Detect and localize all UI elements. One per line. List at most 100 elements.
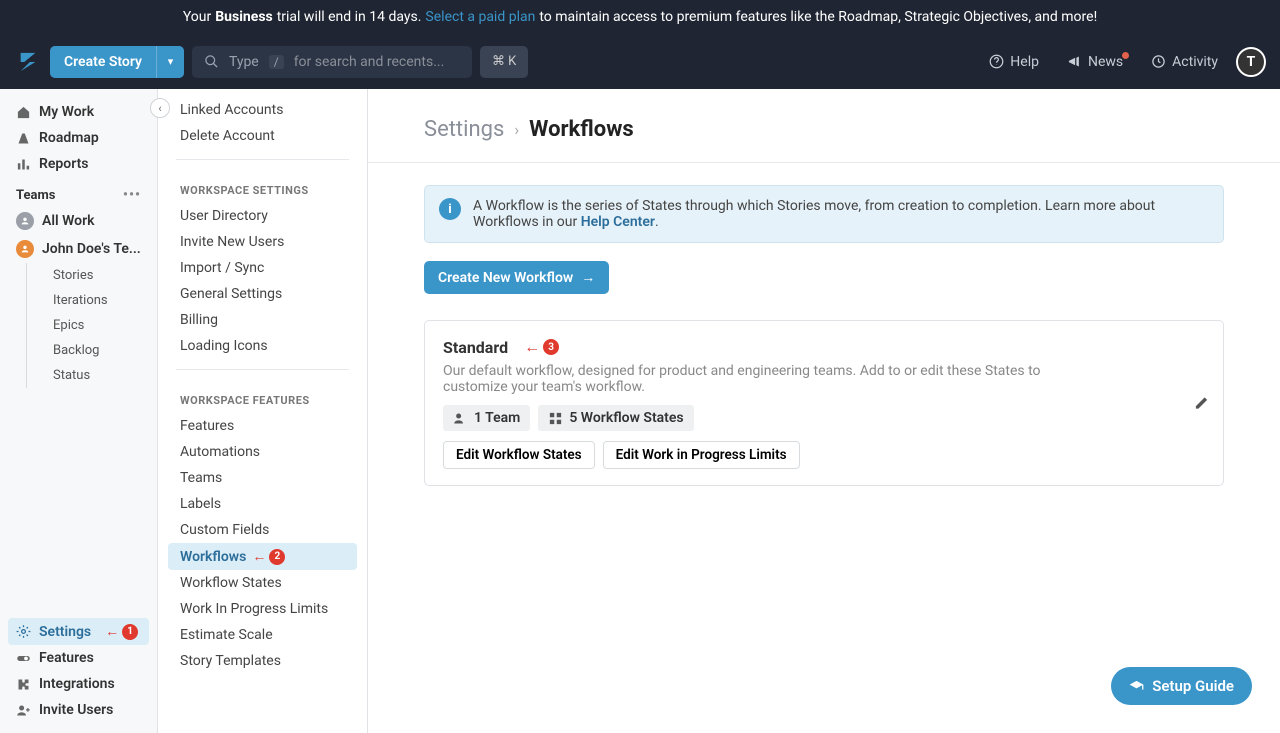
topbar: Create Story ▾ Type / for search and rec… [0, 34, 1280, 89]
annotation-arrow-3: ←3 [524, 337, 559, 357]
info-banner: i A Workflow is the series of States thr… [424, 185, 1224, 243]
create-workflow-button[interactable]: Create New Workflow → [424, 261, 609, 294]
team-item[interactable]: All Work [8, 207, 149, 235]
help-link[interactable]: Help [979, 54, 1049, 70]
teams-menu-icon[interactable]: ••• [123, 187, 141, 203]
chevron-right-icon: › [514, 120, 519, 139]
breadcrumb-settings[interactable]: Settings [424, 117, 504, 142]
create-story-dropdown[interactable]: ▾ [156, 46, 184, 78]
settings-user-directory[interactable]: User Directory [168, 203, 357, 229]
states-count-badge[interactable]: 5 Workflow States [538, 405, 693, 431]
edit-wip-limits-button[interactable]: Edit Work in Progress Limits [603, 441, 800, 469]
global-search[interactable]: Type / for search and recents... [192, 46, 472, 78]
settings-work-in-progress-limits[interactable]: Work In Progress Limits [168, 596, 357, 622]
trial-link[interactable]: Select a paid plan [425, 9, 535, 25]
search-icon [204, 54, 219, 69]
graduation-icon [1129, 679, 1144, 694]
nav-my-work[interactable]: My Work [8, 99, 149, 125]
trial-prefix: Your [183, 9, 211, 25]
settings-labels[interactable]: Labels [168, 491, 357, 517]
main-content: Settings › Workflows i A Workflow is the… [368, 89, 1280, 733]
team-item[interactable]: John Doe's Te... [8, 235, 149, 263]
workflow-states-icon [548, 411, 563, 426]
nav-features[interactable]: Features [8, 645, 149, 671]
workflow-name[interactable]: Standard [443, 338, 508, 357]
settings-invite-new-users[interactable]: Invite New Users [168, 229, 357, 255]
cmdk-button[interactable]: ⌘ K [480, 46, 528, 78]
user-avatar[interactable]: T [1236, 47, 1266, 77]
arrow-right-icon: → [581, 269, 595, 286]
chart-icon [16, 157, 31, 172]
help-icon [989, 54, 1004, 69]
megaphone-icon [1067, 54, 1082, 69]
settings-automations[interactable]: Automations [168, 439, 357, 465]
workflow-card: Standard ←3 Our default workflow, design… [424, 320, 1224, 486]
search-placeholder: for search and recents... [294, 54, 445, 70]
nav-roadmap[interactable]: Roadmap [8, 125, 149, 151]
pencil-icon[interactable] [1194, 396, 1209, 411]
team-sub-backlog[interactable]: Backlog [27, 338, 149, 363]
trial-mid: trial will end in 14 days. [277, 9, 422, 25]
search-slash-key: / [269, 55, 284, 69]
gear-icon [16, 624, 31, 639]
trial-plan: Business [215, 9, 272, 25]
settings-custom-fields[interactable]: Custom Fields [168, 517, 357, 543]
workspace-features-heading: WORKSPACE FEATURES [168, 380, 357, 413]
collapse-sidebar-button[interactable]: ‹ [150, 98, 170, 118]
setup-guide-button[interactable]: Setup Guide [1111, 667, 1252, 705]
settings-billing[interactable]: Billing [168, 307, 357, 333]
create-story-group: Create Story ▾ [50, 46, 184, 78]
edit-states-button[interactable]: Edit Workflow States [443, 441, 595, 469]
road-icon [16, 131, 31, 146]
settings-workflows[interactable]: Workflows←2 [168, 543, 357, 570]
annotation-arrow-2: ←2 [252, 548, 285, 565]
nav-integrations[interactable]: Integrations [8, 671, 149, 697]
create-story-button[interactable]: Create Story [50, 46, 156, 78]
settings-import-sync[interactable]: Import / Sync [168, 255, 357, 281]
team-sub-status[interactable]: Status [27, 363, 149, 388]
settings-story-templates[interactable]: Story Templates [168, 648, 357, 674]
activity-label: Activity [1172, 54, 1218, 70]
team-count-badge[interactable]: 1 Team [443, 405, 530, 431]
user-plus-icon [16, 703, 31, 718]
settings-linked-accounts[interactable]: Linked Accounts [168, 97, 357, 123]
team-icon [453, 411, 468, 426]
puzzle-icon [16, 677, 31, 692]
nav-reports[interactable]: Reports [8, 151, 149, 177]
breadcrumb-current: Workflows [529, 117, 634, 142]
team-avatar [16, 212, 34, 230]
help-center-link[interactable]: Help Center [581, 214, 655, 230]
news-notification-dot [1122, 52, 1129, 59]
news-link[interactable]: News [1057, 54, 1133, 70]
activity-icon [1151, 54, 1166, 69]
nav-settings[interactable]: Settings←1 [8, 618, 149, 645]
trial-suffix: to maintain access to premium features l… [539, 9, 1097, 25]
search-type-label: Type [229, 54, 259, 70]
settings-workflow-states[interactable]: Workflow States [168, 570, 357, 596]
settings-sidebar: Linked AccountsDelete Account WORKSPACE … [158, 89, 368, 733]
team-sub-epics[interactable]: Epics [27, 313, 149, 338]
settings-features[interactable]: Features [168, 413, 357, 439]
team-avatar [16, 240, 34, 258]
info-icon: i [439, 198, 461, 220]
workflow-description: Our default workflow, designed for produ… [443, 363, 1093, 395]
settings-delete-account[interactable]: Delete Account [168, 123, 357, 149]
teams-heading: Teams ••• [8, 177, 149, 207]
toggle-icon [16, 651, 31, 666]
info-text: A Workflow is the series of States throu… [473, 198, 1155, 230]
team-sub-stories[interactable]: Stories [27, 263, 149, 288]
breadcrumb: Settings › Workflows [368, 89, 1280, 163]
settings-estimate-scale[interactable]: Estimate Scale [168, 622, 357, 648]
activity-link[interactable]: Activity [1141, 54, 1228, 70]
home-icon [16, 105, 31, 120]
team-sub-iterations[interactable]: Iterations [27, 288, 149, 313]
help-label: Help [1010, 54, 1039, 70]
settings-teams[interactable]: Teams [168, 465, 357, 491]
app-logo[interactable] [14, 48, 42, 76]
trial-banner: Your Business trial will end in 14 days.… [0, 0, 1280, 34]
nav-invite-users[interactable]: Invite Users [8, 697, 149, 723]
settings-loading-icons[interactable]: Loading Icons [168, 333, 357, 359]
news-label: News [1088, 54, 1123, 70]
annotation-arrow-1: ←1 [105, 623, 138, 640]
settings-general-settings[interactable]: General Settings [168, 281, 357, 307]
